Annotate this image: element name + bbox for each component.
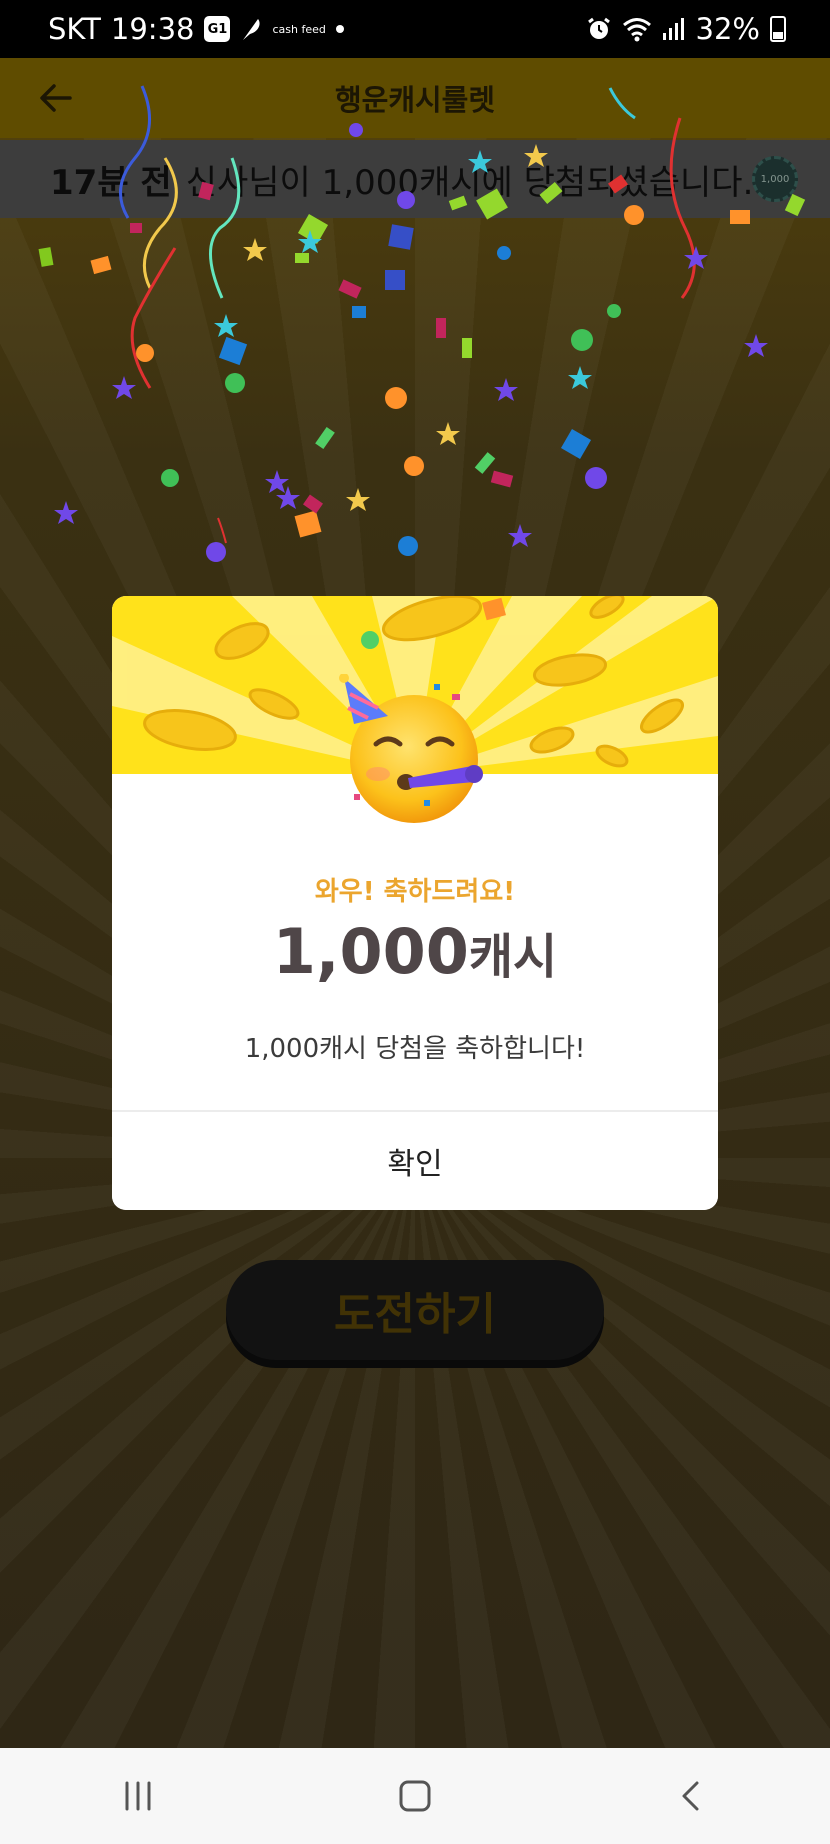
cashfeed-notification-icon: cash feed bbox=[272, 22, 326, 36]
g1-notification-icon: G1 bbox=[204, 16, 231, 42]
wifi-icon bbox=[622, 16, 652, 42]
win-dialog: 와우! 축하드려요! 1,000캐시 1,000캐시 당첨을 축하합니다! 확인 bbox=[112, 596, 718, 1210]
feather-icon bbox=[240, 16, 262, 42]
battery-percent: 32% bbox=[695, 12, 760, 46]
prize-amount-unit: 캐시 bbox=[468, 929, 558, 985]
home-icon bbox=[399, 1780, 431, 1812]
confirm-button[interactable]: 확인 bbox=[112, 1112, 718, 1210]
nav-back-button[interactable] bbox=[652, 1756, 732, 1836]
battery-icon bbox=[770, 16, 786, 42]
carrier-label: SKT bbox=[48, 12, 101, 46]
status-bar: SKT 19:38 G1 cash feed 32% bbox=[0, 0, 830, 58]
status-left: SKT 19:38 G1 cash feed bbox=[48, 12, 344, 46]
recents-button[interactable] bbox=[98, 1756, 178, 1836]
dialog-message: 1,000캐시 당첨을 축하합니다! bbox=[244, 1034, 586, 1064]
partying-face-icon bbox=[339, 674, 483, 823]
challenge-button[interactable]: 도전하기 bbox=[226, 1260, 604, 1360]
chevron-left-icon bbox=[682, 1781, 699, 1811]
dialog-subtitle: 와우! 축하드려요! bbox=[314, 877, 516, 907]
recents-icon bbox=[125, 1781, 151, 1811]
home-button[interactable] bbox=[375, 1756, 455, 1836]
clock: 19:38 bbox=[110, 12, 195, 46]
prize-amount-value: 1,000 bbox=[272, 915, 469, 988]
status-right: 32% bbox=[586, 12, 786, 46]
alarm-icon bbox=[586, 16, 612, 42]
more-notifications-dot bbox=[335, 25, 344, 33]
system-navigation-bar bbox=[0, 1748, 830, 1844]
prize-amount: 1,000캐시 bbox=[112, 914, 718, 995]
signal-icon bbox=[662, 17, 686, 41]
